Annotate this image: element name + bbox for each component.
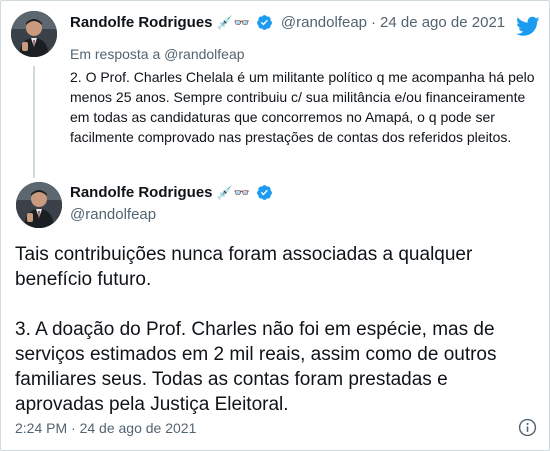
verified-badge-icon	[256, 185, 272, 200]
avatar[interactable]	[16, 182, 62, 228]
main-author-row[interactable]: Randolfe Rodrigues 💉👓	[70, 184, 273, 201]
tweet-timestamp[interactable]: 2:24 PM · 24 de ago de 2021	[15, 420, 196, 436]
tweet-time[interactable]: 2:24 PM	[15, 420, 67, 436]
main-tweet-text: Tais contribuições nunca foram associada…	[15, 242, 540, 417]
replied-tweet[interactable]: Randolfe Rodrigues 💉👓 @randolfeap · 24 d…	[0, 0, 550, 178]
tweet-paragraph: Tais contribuições nunca foram associada…	[15, 244, 473, 290]
name-emoji: 💉👓	[216, 184, 251, 200]
in-reply-to-line: Em resposta a @randolfeap	[70, 46, 245, 62]
avatar[interactable]	[11, 11, 57, 57]
reply-tweet-text: 2. O Prof. Charles Chelala é um militant…	[70, 69, 535, 145]
tweet-date[interactable]: 24 de ago de 2021	[380, 14, 505, 31]
author-name[interactable]: Randolfe Rodrigues	[70, 14, 213, 31]
reply-prefix: Em resposta a	[70, 46, 161, 62]
tweet-paragraph: 3. A doação do Prof. Charles não foi em …	[15, 319, 497, 415]
author-handle[interactable]: @randolfeap	[70, 206, 156, 223]
twitter-bird-icon[interactable]	[516, 14, 540, 38]
thread-connector-line	[33, 66, 35, 178]
name-emoji: 💉👓	[216, 14, 251, 30]
info-icon[interactable]	[518, 418, 537, 437]
reply-author-row[interactable]: Randolfe Rodrigues 💉👓 @randolfeap · 24 d…	[70, 14, 505, 31]
separator-dot: ·	[371, 14, 377, 31]
author-name[interactable]: Randolfe Rodrigues	[70, 184, 213, 201]
tweet-date[interactable]: 24 de ago de 2021	[80, 420, 197, 436]
reply-mention-link[interactable]: @randolfeap	[164, 46, 244, 62]
separator-dot: ·	[71, 420, 76, 436]
author-handle[interactable]: @randolfeap	[281, 14, 367, 31]
verified-badge-icon	[256, 15, 272, 30]
